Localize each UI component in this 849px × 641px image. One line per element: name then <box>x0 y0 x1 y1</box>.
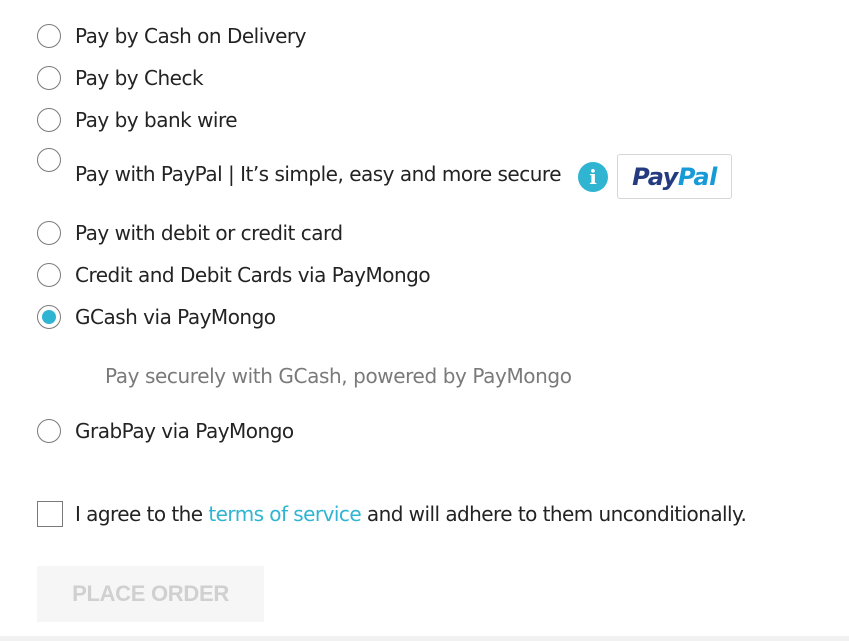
radio-paypal[interactable] <box>37 148 61 172</box>
payment-option-debit-credit[interactable]: Pay with debit or credit card <box>37 219 343 247</box>
payment-option-check[interactable]: Pay by Check <box>37 64 204 92</box>
payment-option-cash-on-delivery[interactable]: Pay by Cash on Delivery <box>37 22 306 50</box>
terms-agreement: I agree to the terms of service and will… <box>37 501 747 527</box>
option-label[interactable]: Credit and Debit Cards via PayMongo <box>75 263 431 287</box>
paypal-logo-text-pal: Pal <box>677 162 717 191</box>
paypal-logo: Pay Pal <box>617 154 732 199</box>
radio-debit-credit[interactable] <box>37 221 61 245</box>
gcash-description: Pay securely with GCash, powered by PayM… <box>105 364 572 388</box>
option-label[interactable]: GrabPay via PayMongo <box>75 419 294 443</box>
option-label[interactable]: Pay with debit or credit card <box>75 221 343 245</box>
radio-bank-wire[interactable] <box>37 108 61 132</box>
info-icon[interactable]: i <box>578 162 608 192</box>
radio-cash-on-delivery[interactable] <box>37 24 61 48</box>
paypal-logo-text-pay: Pay <box>632 162 678 191</box>
payment-option-grabpay[interactable]: GrabPay via PayMongo <box>37 417 294 445</box>
terms-of-service-link[interactable]: terms of service <box>208 502 361 526</box>
radio-check[interactable] <box>37 66 61 90</box>
place-order-button[interactable]: PLACE ORDER <box>37 566 264 622</box>
payment-section: Pay by Cash on Delivery Pay by Check Pay… <box>0 0 849 641</box>
option-label-paypal[interactable]: Pay with PayPal | It’s simple, easy and … <box>75 162 562 186</box>
option-label[interactable]: Pay by bank wire <box>75 108 238 132</box>
payment-option-bank-wire[interactable]: Pay by bank wire <box>37 106 238 134</box>
radio-gcash[interactable] <box>37 305 61 329</box>
terms-text-after: and will adhere to them unconditionally. <box>361 502 747 526</box>
payment-option-gcash[interactable]: GCash via PayMongo <box>37 303 276 331</box>
option-label[interactable]: GCash via PayMongo <box>75 305 276 329</box>
radio-grabpay[interactable] <box>37 419 61 443</box>
option-label[interactable]: Pay by Check <box>75 66 204 90</box>
payment-option-paymongo-cards[interactable]: Credit and Debit Cards via PayMongo <box>37 261 431 289</box>
terms-checkbox[interactable] <box>37 501 63 527</box>
footer-divider <box>0 636 849 641</box>
terms-text: I agree to the terms of service and will… <box>75 502 747 526</box>
terms-text-before: I agree to the <box>75 502 209 526</box>
radio-paymongo-cards[interactable] <box>37 263 61 287</box>
option-label[interactable]: Pay by Cash on Delivery <box>75 24 306 48</box>
